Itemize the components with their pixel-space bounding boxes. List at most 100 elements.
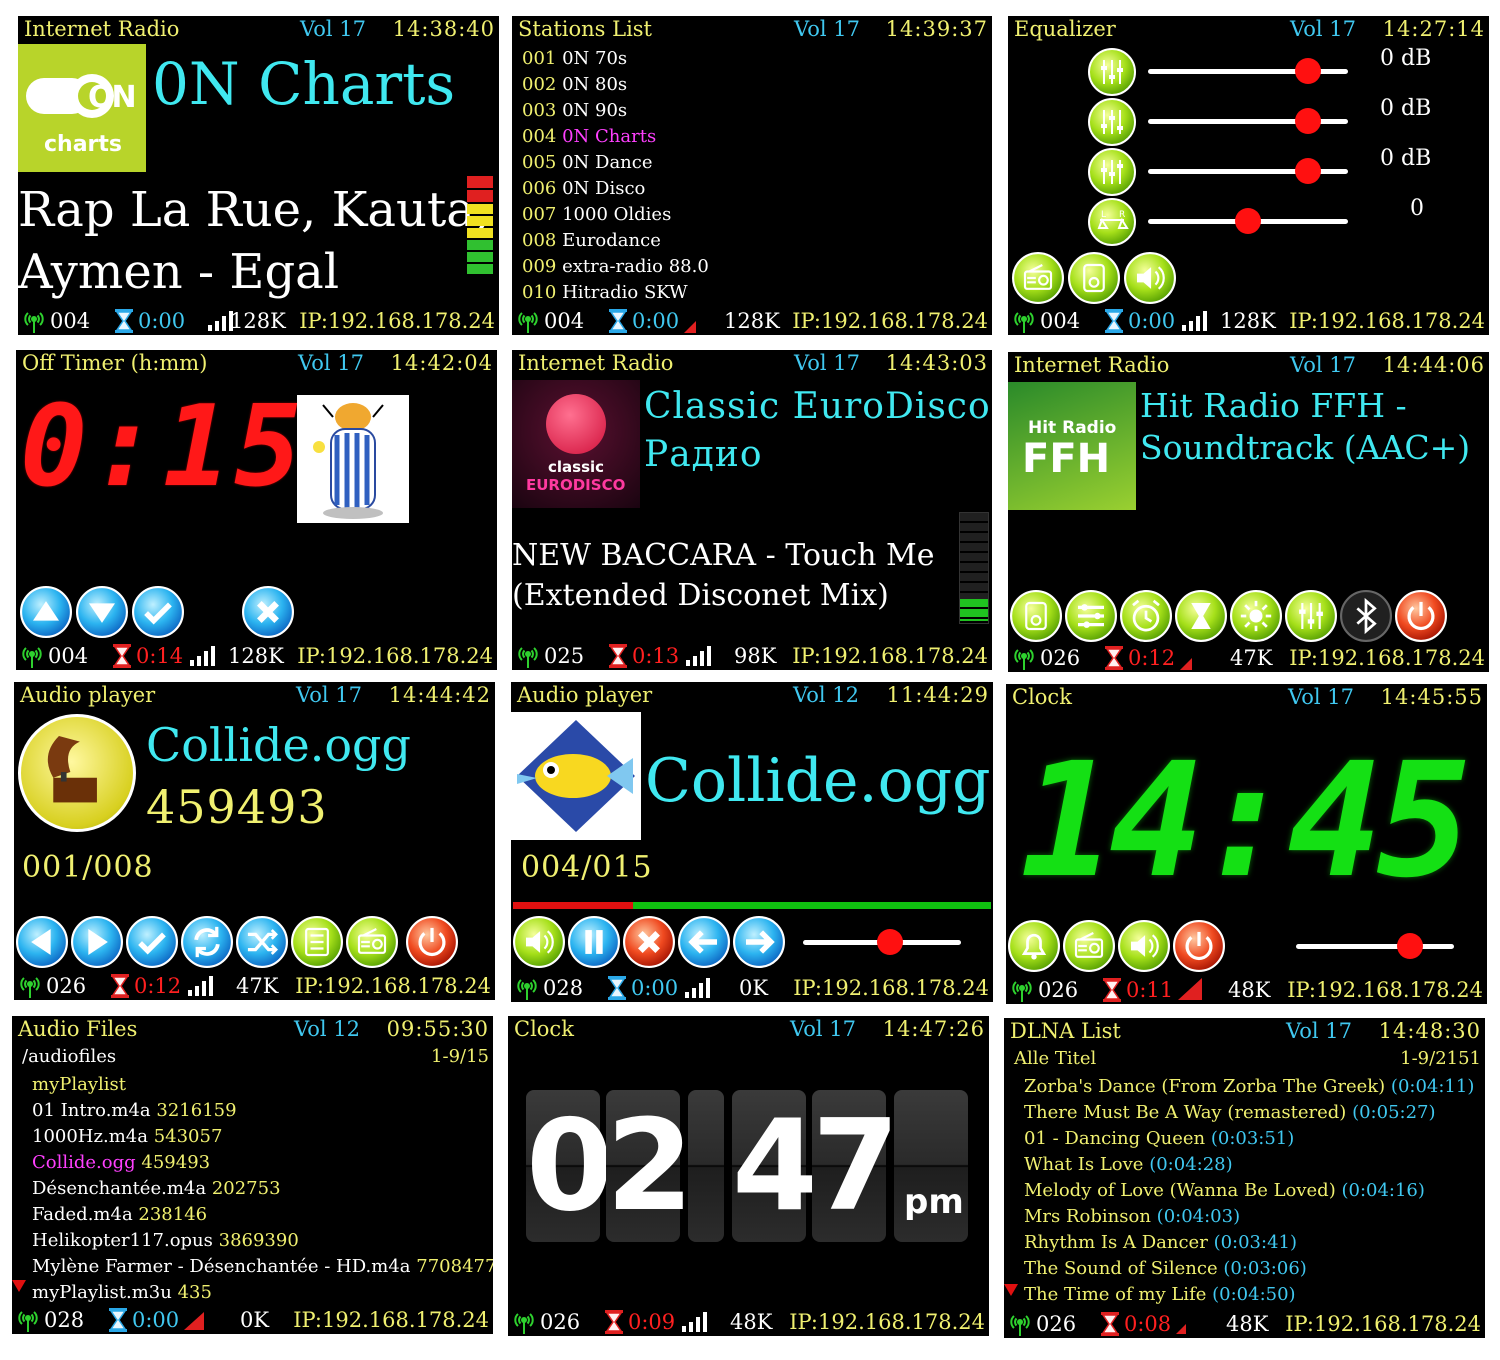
- radio-button[interactable]: [346, 916, 398, 968]
- list-item[interactable]: Faded.m4a 238146: [32, 1202, 493, 1228]
- slider-knob[interactable]: [1295, 158, 1321, 184]
- down-button[interactable]: [76, 586, 128, 638]
- equalizer-icon[interactable]: [1088, 148, 1136, 196]
- screen-title: Internet Radio: [518, 351, 674, 375]
- list-item[interactable]: The Sound of Silence (0:03:06): [1024, 1256, 1474, 1282]
- header: DLNA List Vol 17 14:48:30: [1004, 1018, 1485, 1046]
- list-item[interactable]: Rhythm Is A Dancer (0:03:41): [1024, 1230, 1474, 1256]
- sleep-timer-button[interactable]: [1175, 590, 1227, 642]
- back-button[interactable]: [678, 916, 730, 968]
- radio-button[interactable]: [1012, 252, 1064, 304]
- music-player-button[interactable]: [1010, 590, 1062, 642]
- list-item[interactable]: 1000Hz.m4a 543057: [32, 1124, 493, 1150]
- list-item[interactable]: Zorba's Dance (From Zorba The Greek) (0:…: [1024, 1074, 1474, 1100]
- list-item[interactable]: There Must Be A Way (remastered) (0:05:2…: [1024, 1100, 1474, 1126]
- eq-slider-2[interactable]: [1148, 108, 1348, 134]
- volume-label: Vol 17: [300, 17, 366, 41]
- timer-value: 0:00: [631, 976, 679, 1000]
- track-line-1: Rap La Rue, Kauta,: [18, 182, 491, 238]
- previous-button[interactable]: [16, 916, 68, 968]
- progress-bar[interactable]: [513, 902, 991, 909]
- slider-knob[interactable]: [1235, 208, 1261, 234]
- status-bar: 004 0:14 128K IP:192.168.178.24: [16, 642, 497, 670]
- balance-slider[interactable]: [1148, 208, 1348, 234]
- item-name: 0N 90s: [562, 100, 628, 121]
- list-item[interactable]: 003 0N 90s: [522, 98, 709, 124]
- list-item[interactable]: Mrs Robinson (0:04:03): [1024, 1204, 1474, 1230]
- signal-icon: [684, 321, 696, 333]
- list-item[interactable]: 01 - Dancing Queen (0:03:51): [1024, 1126, 1474, 1152]
- playlist-button[interactable]: [291, 916, 343, 968]
- list-item[interactable]: 005 0N Dance: [522, 150, 709, 176]
- bluetooth-button[interactable]: [1340, 590, 1392, 642]
- volume-label: Vol 17: [1290, 17, 1356, 41]
- alarm-bell-button[interactable]: [1008, 920, 1060, 972]
- header: Clock Vol 17 14:47:26: [508, 1016, 989, 1044]
- speaker-button[interactable]: [1118, 920, 1170, 972]
- list-item[interactable]: Désenchantée.m4a 202753: [32, 1176, 493, 1202]
- bitrate: 48K: [730, 1310, 773, 1334]
- slider-knob[interactable]: [1295, 58, 1321, 84]
- power-button[interactable]: [1395, 590, 1447, 642]
- scroll-down-icon[interactable]: [12, 1280, 26, 1292]
- power-button[interactable]: [406, 916, 458, 968]
- shuffle-button[interactable]: [236, 916, 288, 968]
- stations-list-button[interactable]: [1065, 590, 1117, 642]
- bitrate: 128K: [724, 309, 780, 333]
- slider-knob[interactable]: [876, 929, 903, 955]
- equalizer-icon[interactable]: [1088, 48, 1136, 96]
- cancel-button[interactable]: [242, 586, 294, 638]
- up-button[interactable]: [20, 586, 72, 638]
- ip-address: IP:192.168.178.24: [1289, 646, 1485, 670]
- list-item-selected[interactable]: Collide.ogg 459493: [32, 1150, 493, 1176]
- balance-icon[interactable]: LR: [1088, 198, 1136, 246]
- list-item[interactable]: The Time of my Life (0:04:50): [1024, 1282, 1474, 1308]
- list-item[interactable]: 010 Hitradio SKW: [522, 280, 709, 306]
- list-item[interactable]: 01 Intro.m4a 3216159: [32, 1098, 493, 1124]
- list-item[interactable]: 002 0N 80s: [522, 72, 709, 98]
- volume-slider[interactable]: [1296, 933, 1454, 959]
- list-item[interactable]: What Is Love (0:04:28): [1024, 1152, 1474, 1178]
- confirm-button[interactable]: [132, 586, 184, 638]
- radio-button[interactable]: [1063, 920, 1115, 972]
- repeat-button[interactable]: [181, 916, 233, 968]
- forward-button[interactable]: [733, 916, 785, 968]
- pause-button[interactable]: [568, 916, 620, 968]
- volume-label: Vol 12: [294, 1017, 360, 1041]
- list-item[interactable]: 007 1000 Oldies: [522, 202, 709, 228]
- next-button[interactable]: [71, 916, 123, 968]
- equalizer-button[interactable]: [1285, 590, 1337, 642]
- list-item[interactable]: 008 Eurodance: [522, 228, 709, 254]
- list-item[interactable]: 009 extra-radio 88.0: [522, 254, 709, 280]
- power-button[interactable]: [1173, 920, 1225, 972]
- confirm-button[interactable]: [126, 916, 178, 968]
- slider-knob[interactable]: [1396, 933, 1423, 959]
- music-player-button[interactable]: [1068, 252, 1120, 304]
- eq-slider-1[interactable]: [1148, 58, 1348, 84]
- item-name: 01 Intro.m4a: [32, 1100, 151, 1121]
- list-item-folder[interactable]: myPlaylist: [32, 1072, 493, 1098]
- station-name-line-2: Радио: [644, 434, 763, 475]
- list-item[interactable]: 006 0N Disco: [522, 176, 709, 202]
- volume-slider[interactable]: [803, 929, 961, 955]
- alarm-clock-button[interactable]: [1120, 590, 1172, 642]
- volume-label: Vol 17: [1288, 685, 1354, 709]
- list-item[interactable]: Melody of Love (Wanna Be Loved) (0:04:16…: [1024, 1178, 1474, 1204]
- slider-knob[interactable]: [1295, 108, 1321, 134]
- list-item[interactable]: myPlaylist.m3u 435: [32, 1280, 493, 1306]
- antenna-icon: [16, 1308, 40, 1332]
- status-bar: 026 0:08 48K IP:192.168.178.24: [1004, 1310, 1485, 1338]
- scroll-down-icon[interactable]: [1004, 1284, 1018, 1296]
- item-name: Désenchantée.m4a: [32, 1178, 207, 1199]
- equalizer-icon[interactable]: [1088, 98, 1136, 146]
- eq-slider-3[interactable]: [1148, 158, 1348, 184]
- brightness-button[interactable]: [1230, 590, 1282, 642]
- list-item-selected[interactable]: 004 0N Charts: [522, 124, 709, 150]
- speaker-button[interactable]: [513, 916, 565, 968]
- stop-button[interactable]: [623, 916, 675, 968]
- speaker-button[interactable]: [1124, 252, 1176, 304]
- list-item[interactable]: Helikopter117.opus 3869390: [32, 1228, 493, 1254]
- list-item[interactable]: 001 0N 70s: [522, 46, 709, 72]
- volume-label: Vol 17: [296, 683, 362, 707]
- list-item[interactable]: Mylène Farmer - Désenchantée - HD.m4a 77…: [32, 1254, 493, 1280]
